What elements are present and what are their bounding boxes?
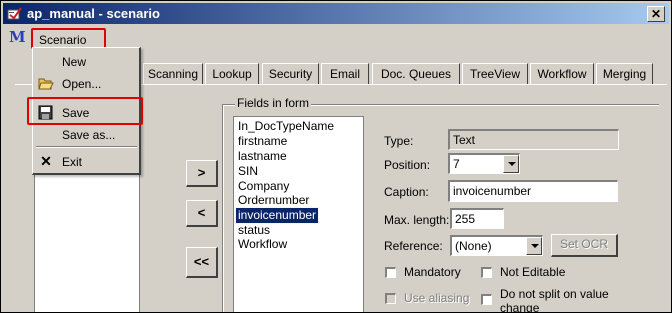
- remove-field-button[interactable]: <: [186, 200, 218, 227]
- do-not-split-label: Do not split on value: [500, 287, 609, 301]
- mandatory-checkbox[interactable]: [385, 267, 396, 278]
- app-icon: [7, 7, 22, 20]
- tab-scanning[interactable]: Scanning: [143, 63, 203, 84]
- remove-field-label: <: [197, 205, 206, 220]
- add-field-button[interactable]: >: [186, 160, 218, 187]
- list-item[interactable]: SIN: [236, 164, 260, 179]
- list-item-selected[interactable]: invoicenumber: [234, 207, 320, 224]
- menu-item-open-label: Open...: [62, 77, 102, 91]
- max-length-label: Max. length:: [384, 213, 450, 227]
- fields-in-form-title: Fields in form: [235, 96, 312, 110]
- tab-workflow[interactable]: Workflow: [530, 63, 594, 84]
- type-label: Type:: [384, 134, 414, 148]
- list-item[interactable]: Ordernumber: [236, 193, 311, 208]
- chevron-down-icon[interactable]: [526, 237, 542, 255]
- remove-all-fields-button[interactable]: <<: [186, 247, 218, 278]
- menu-scenario-label: Scenario: [39, 33, 87, 47]
- menu-item-new[interactable]: New: [33, 51, 138, 72]
- menu-item-new-label: New: [62, 55, 87, 69]
- position-label: Position:: [384, 158, 431, 172]
- window-title: ap_manual - scenario: [27, 6, 160, 21]
- not-editable-label: Not Editable: [500, 265, 566, 279]
- menu-scenario[interactable]: Scenario: [31, 28, 106, 49]
- app-logo-icon: M: [9, 28, 26, 46]
- caption-field[interactable]: invoicenumber: [448, 180, 618, 202]
- save-highlight-box: [27, 97, 143, 125]
- set-ocr-button[interactable]: Set OCR: [551, 234, 618, 257]
- remove-all-fields-label: <<: [193, 254, 210, 269]
- reference-select[interactable]: (None): [450, 235, 543, 256]
- position-select[interactable]: 7: [448, 153, 520, 174]
- tab-lookup[interactable]: Lookup: [205, 63, 259, 84]
- menu-item-exit-label: Exit: [62, 155, 83, 169]
- close-button[interactable]: ✕: [647, 6, 665, 22]
- close-icon: ✕: [650, 7, 662, 21]
- menu-item-open[interactable]: Open...: [33, 73, 138, 94]
- reference-label: Reference:: [384, 239, 443, 253]
- mandatory-label: Mandatory: [404, 265, 461, 279]
- list-item[interactable]: Company: [236, 179, 291, 194]
- list-item[interactable]: status: [236, 223, 272, 238]
- tab-email[interactable]: Email: [321, 63, 369, 84]
- menu-item-exit[interactable]: ✕ Exit: [33, 151, 138, 172]
- list-item[interactable]: lastname: [236, 149, 289, 164]
- position-value: 7: [453, 157, 460, 171]
- tab-security[interactable]: Security: [262, 63, 319, 84]
- do-not-split-checkbox[interactable]: [481, 294, 492, 305]
- tab-doc-queues[interactable]: Doc. Queues: [372, 63, 460, 84]
- caption-label: Caption:: [384, 185, 429, 199]
- folder-open-icon: [38, 78, 54, 90]
- menu-separator: [36, 146, 137, 148]
- menu-item-save-as[interactable]: Save as...: [33, 124, 138, 145]
- menu-item-save-as-label: Save as...: [62, 128, 116, 142]
- title-bar: ap_manual - scenario ✕: [3, 3, 669, 24]
- fields-in-form-list[interactable]: In_DocTypeName firstname lastname SIN Co…: [233, 116, 364, 312]
- max-length-field[interactable]: 255: [450, 208, 504, 229]
- list-item[interactable]: firstname: [236, 134, 289, 149]
- reference-value: (None): [455, 239, 492, 253]
- add-field-label: >: [197, 165, 206, 180]
- list-item[interactable]: Workflow: [236, 237, 289, 252]
- list-item[interactable]: In_DocTypeName: [236, 119, 336, 134]
- exit-icon: ✕: [40, 153, 52, 169]
- set-ocr-label: Set OCR: [559, 237, 608, 251]
- tab-merging[interactable]: Merging: [596, 63, 653, 84]
- use-aliasing-checkbox[interactable]: [385, 293, 396, 304]
- chevron-down-icon[interactable]: [503, 155, 519, 173]
- tab-treeview[interactable]: TreeView: [462, 63, 528, 84]
- type-field: Text: [448, 129, 619, 150]
- app-window: ap_manual - scenario ✕ M Scenario Scanni…: [0, 0, 672, 313]
- not-editable-checkbox[interactable]: [481, 267, 492, 278]
- use-aliasing-label: Use aliasing: [404, 291, 470, 305]
- do-not-split-label-continued: change: [500, 301, 540, 313]
